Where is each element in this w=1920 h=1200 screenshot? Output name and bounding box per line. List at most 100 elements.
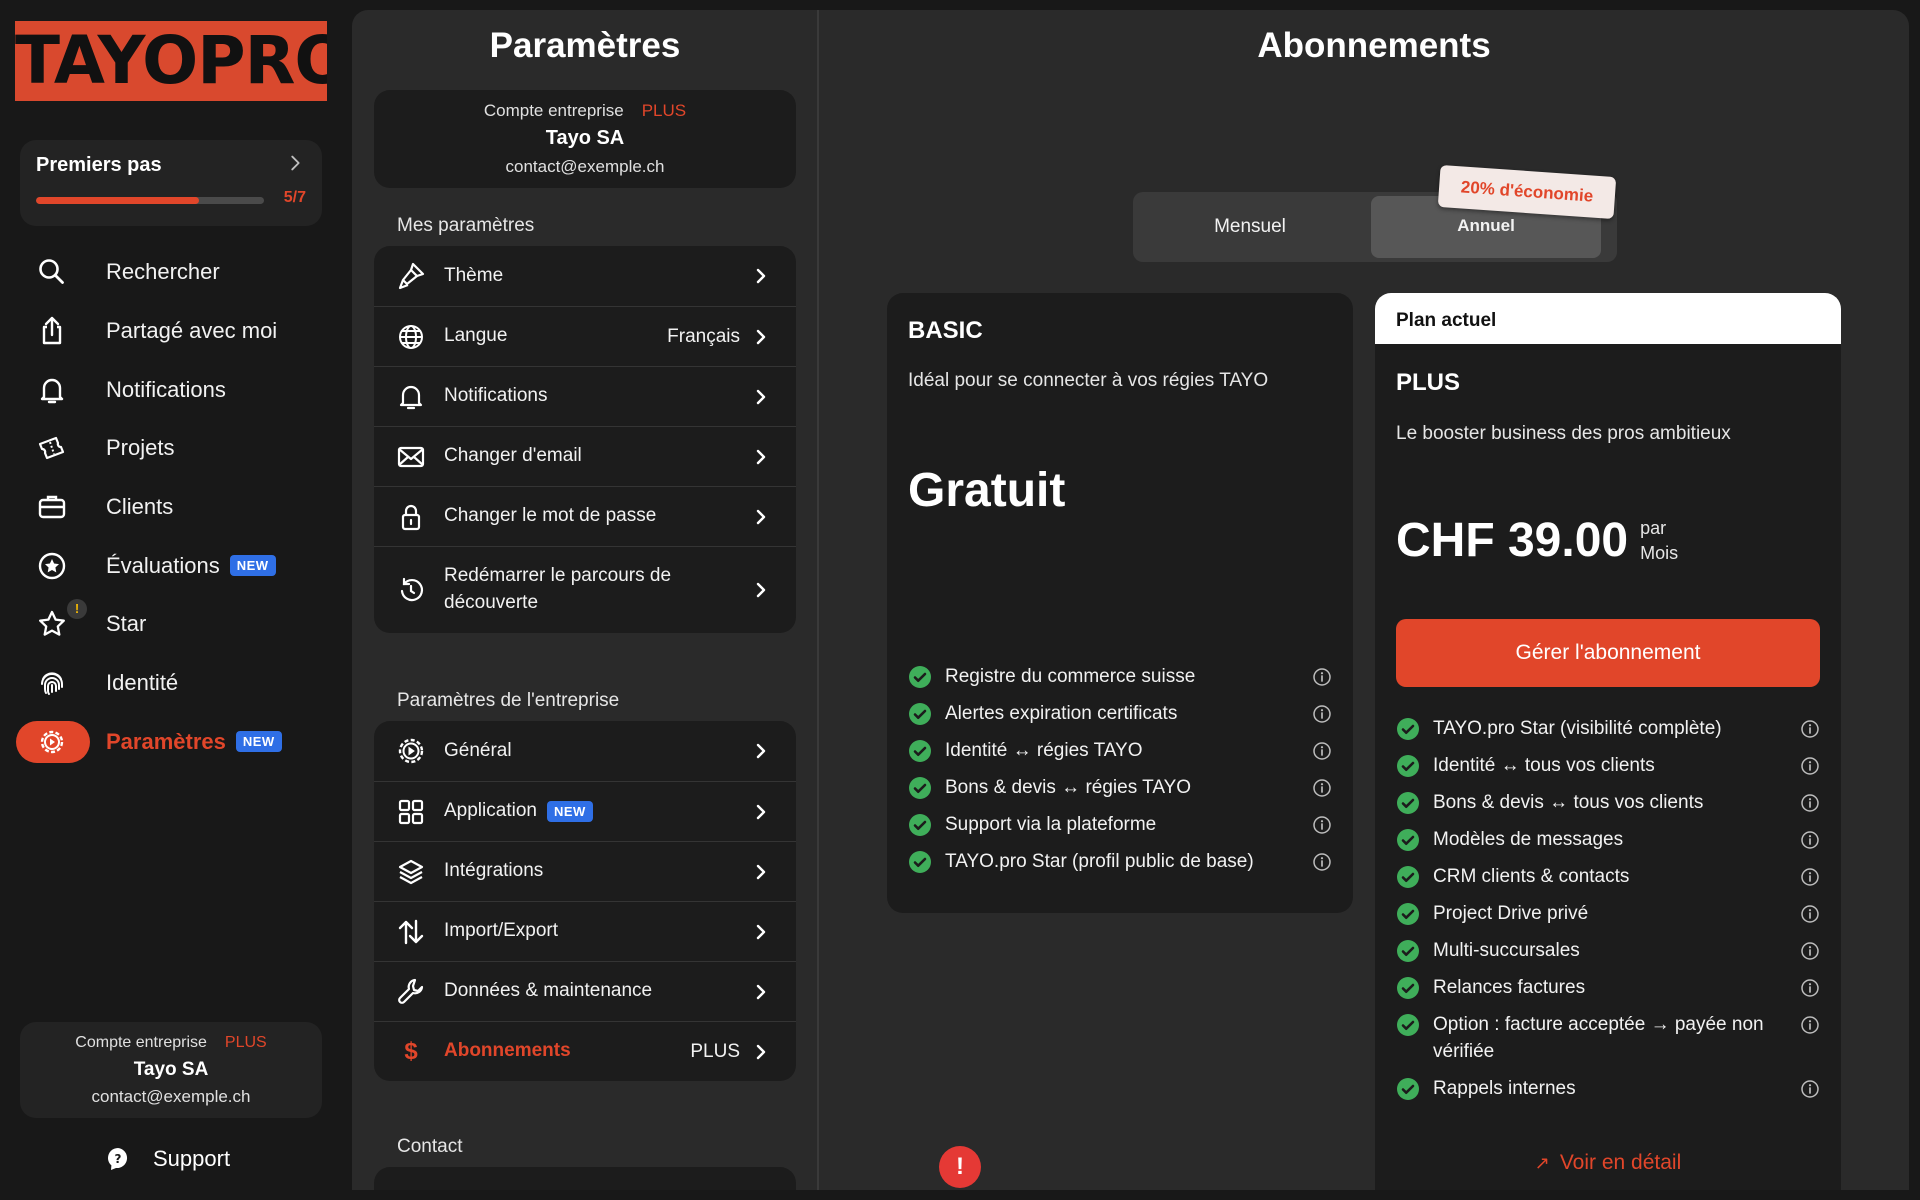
settings-row-application[interactable]: Application NEW (374, 781, 796, 841)
chevron-right-icon (756, 329, 766, 344)
check-circle-icon (1397, 1078, 1419, 1100)
mail-icon (397, 446, 425, 467)
info-icon[interactable] (1312, 741, 1332, 761)
feature-label: Rappels internes (1433, 1078, 1576, 1099)
chevron-right-icon (291, 155, 300, 171)
row-label: Changer le mot de passe (444, 505, 657, 527)
feature-item: Identité ↔ tous vos clients (1396, 753, 1820, 780)
nav-item-rechercher[interactable]: Rechercher (0, 243, 342, 302)
onboarding-title: Premiers pas (36, 154, 162, 176)
feature-item: Identité ↔ régies TAYO (908, 738, 1332, 765)
plan-name: PLUS (1396, 369, 1461, 396)
feature-item: TAYO.pro Star (profil public de base) (908, 849, 1332, 876)
warning-indicator: ! (67, 599, 87, 620)
help-icon: ? (108, 1148, 128, 1170)
row-label: Notifications (444, 385, 548, 407)
nav-item-identite[interactable]: Identité (0, 654, 342, 713)
nav-item-star[interactable]: ! Star (0, 595, 342, 654)
subscriptions-panel: Abonnements Mensuel Annuel 20% d'économi… (819, 10, 1909, 1190)
settings-row-password[interactable]: Changer le mot de passe (374, 486, 796, 546)
chevron-right-icon (756, 268, 766, 284)
settings-row-email[interactable]: Changer d'email (374, 426, 796, 486)
info-icon[interactable] (1800, 793, 1820, 813)
view-details-link[interactable]: ↗ Voir en détail (1375, 1151, 1841, 1175)
info-icon[interactable] (1312, 852, 1332, 872)
feature-item: Multi-succursales (1396, 938, 1820, 965)
chevron-right-icon (756, 804, 766, 819)
info-icon[interactable] (1312, 704, 1332, 724)
info-icon[interactable] (1800, 1015, 1820, 1035)
info-icon[interactable] (1800, 1079, 1820, 1099)
billing-monthly-option[interactable]: Mensuel (1133, 192, 1367, 262)
info-icon[interactable] (1312, 815, 1332, 835)
settings-account-card: Compte entreprise PLUS Tayo SA contact@ex… (374, 90, 796, 188)
check-circle-icon (909, 814, 931, 836)
onboarding-card[interactable]: Premiers pas 5/7 (20, 140, 322, 226)
check-circle-icon (1397, 866, 1419, 888)
manage-subscription-button[interactable]: Gérer l'abonnement (1396, 619, 1820, 687)
nav-item-parametres[interactable]: Paramètres NEW (0, 713, 342, 772)
feature-item: Bons & devis ↔ régies TAYO (908, 775, 1332, 802)
settings-row-theme[interactable]: Thème (374, 246, 796, 306)
account-type-line: Compte entreprise PLUS (20, 1034, 322, 1052)
account-name: Tayo SA (133, 1059, 209, 1080)
check-circle-icon (1397, 755, 1419, 777)
plan-description: Le booster business des pros ambitieux (1396, 423, 1731, 444)
settings-row-contact[interactable] (374, 1167, 796, 1190)
check-circle-icon (1397, 903, 1419, 925)
chevron-right-icon (756, 449, 766, 464)
nav-label: Identité (106, 670, 179, 696)
swap-icon (398, 919, 424, 944)
tickets-icon (38, 437, 65, 460)
nav-item-projets[interactable]: Projets (0, 419, 342, 478)
feature-item: Support via la plateforme (908, 812, 1332, 839)
tayopro-logo[interactable]: TAYOPRO (15, 21, 327, 101)
check-circle-icon (1397, 1014, 1419, 1036)
nav-item-partage[interactable]: Partagé avec moi (0, 302, 342, 361)
settings-row-general[interactable]: Général (374, 721, 796, 781)
settings-row-langue[interactable]: Langue Français (374, 306, 796, 366)
chevron-right-icon (756, 1044, 766, 1059)
account-plan: PLUS (224, 1034, 267, 1051)
lock-icon (401, 504, 421, 530)
chevron-right-icon (756, 582, 766, 598)
settings-row-integrations[interactable]: Intégrations (374, 841, 796, 901)
plan-price: CHF 39.00 (1396, 514, 1629, 567)
info-icon[interactable] (1800, 830, 1820, 850)
info-icon[interactable] (1800, 756, 1820, 776)
feature-item: Option : facture acceptée → payée non vé… (1396, 1012, 1820, 1065)
info-icon[interactable] (1800, 978, 1820, 998)
alert-button[interactable]: ! (939, 1146, 981, 1188)
info-icon[interactable] (1312, 778, 1332, 798)
company-settings-heading: Paramètres de l'entreprise (397, 690, 620, 711)
feature-label: Option : facture acceptée → payée non vé… (1433, 1014, 1764, 1062)
nav-label: Paramètres (106, 728, 226, 754)
account-card[interactable]: Compte entreprise PLUS Tayo SA contact@ex… (20, 1022, 322, 1118)
settings-row-restart-tour[interactable]: Redémarrer le parcours de découverte (374, 546, 796, 633)
chevron-right-icon (756, 509, 766, 524)
info-icon[interactable] (1800, 904, 1820, 924)
info-icon[interactable] (1800, 867, 1820, 887)
row-label: Changer d'email (444, 445, 582, 467)
dollar-icon: $ (404, 1037, 418, 1065)
info-icon[interactable] (1312, 667, 1332, 687)
settings-row-import-export[interactable]: Import/Export (374, 901, 796, 961)
settings-row-abonnements[interactable]: $ Abonnements PLUS (374, 1021, 796, 1081)
nav-item-clients[interactable]: Clients (0, 478, 342, 537)
feature-label: Project Drive privé (1433, 903, 1589, 924)
gear-icon (398, 738, 424, 764)
check-circle-icon (909, 666, 931, 688)
row-label: Données & maintenance (444, 980, 653, 1002)
info-icon[interactable] (1800, 719, 1820, 739)
nav-item-evaluations[interactable]: Évaluations NEW (0, 536, 342, 595)
settings-row-notifications[interactable]: Notifications (374, 366, 796, 426)
settings-row-data-maintenance[interactable]: Données & maintenance (374, 961, 796, 1021)
my-settings-group: Thème Langue Français Notifications Chan… (374, 246, 796, 633)
feature-item: Bons & devis ↔ tous vos clients (1396, 790, 1820, 817)
plan-price: Gratuit (908, 464, 1066, 517)
info-icon[interactable] (1800, 941, 1820, 961)
price-unit: Mois (1640, 542, 1679, 563)
support-button[interactable]: ? Support (105, 1146, 230, 1172)
nav-item-notifications[interactable]: Notifications (0, 360, 342, 419)
svg-text:?: ? (115, 1152, 122, 1166)
